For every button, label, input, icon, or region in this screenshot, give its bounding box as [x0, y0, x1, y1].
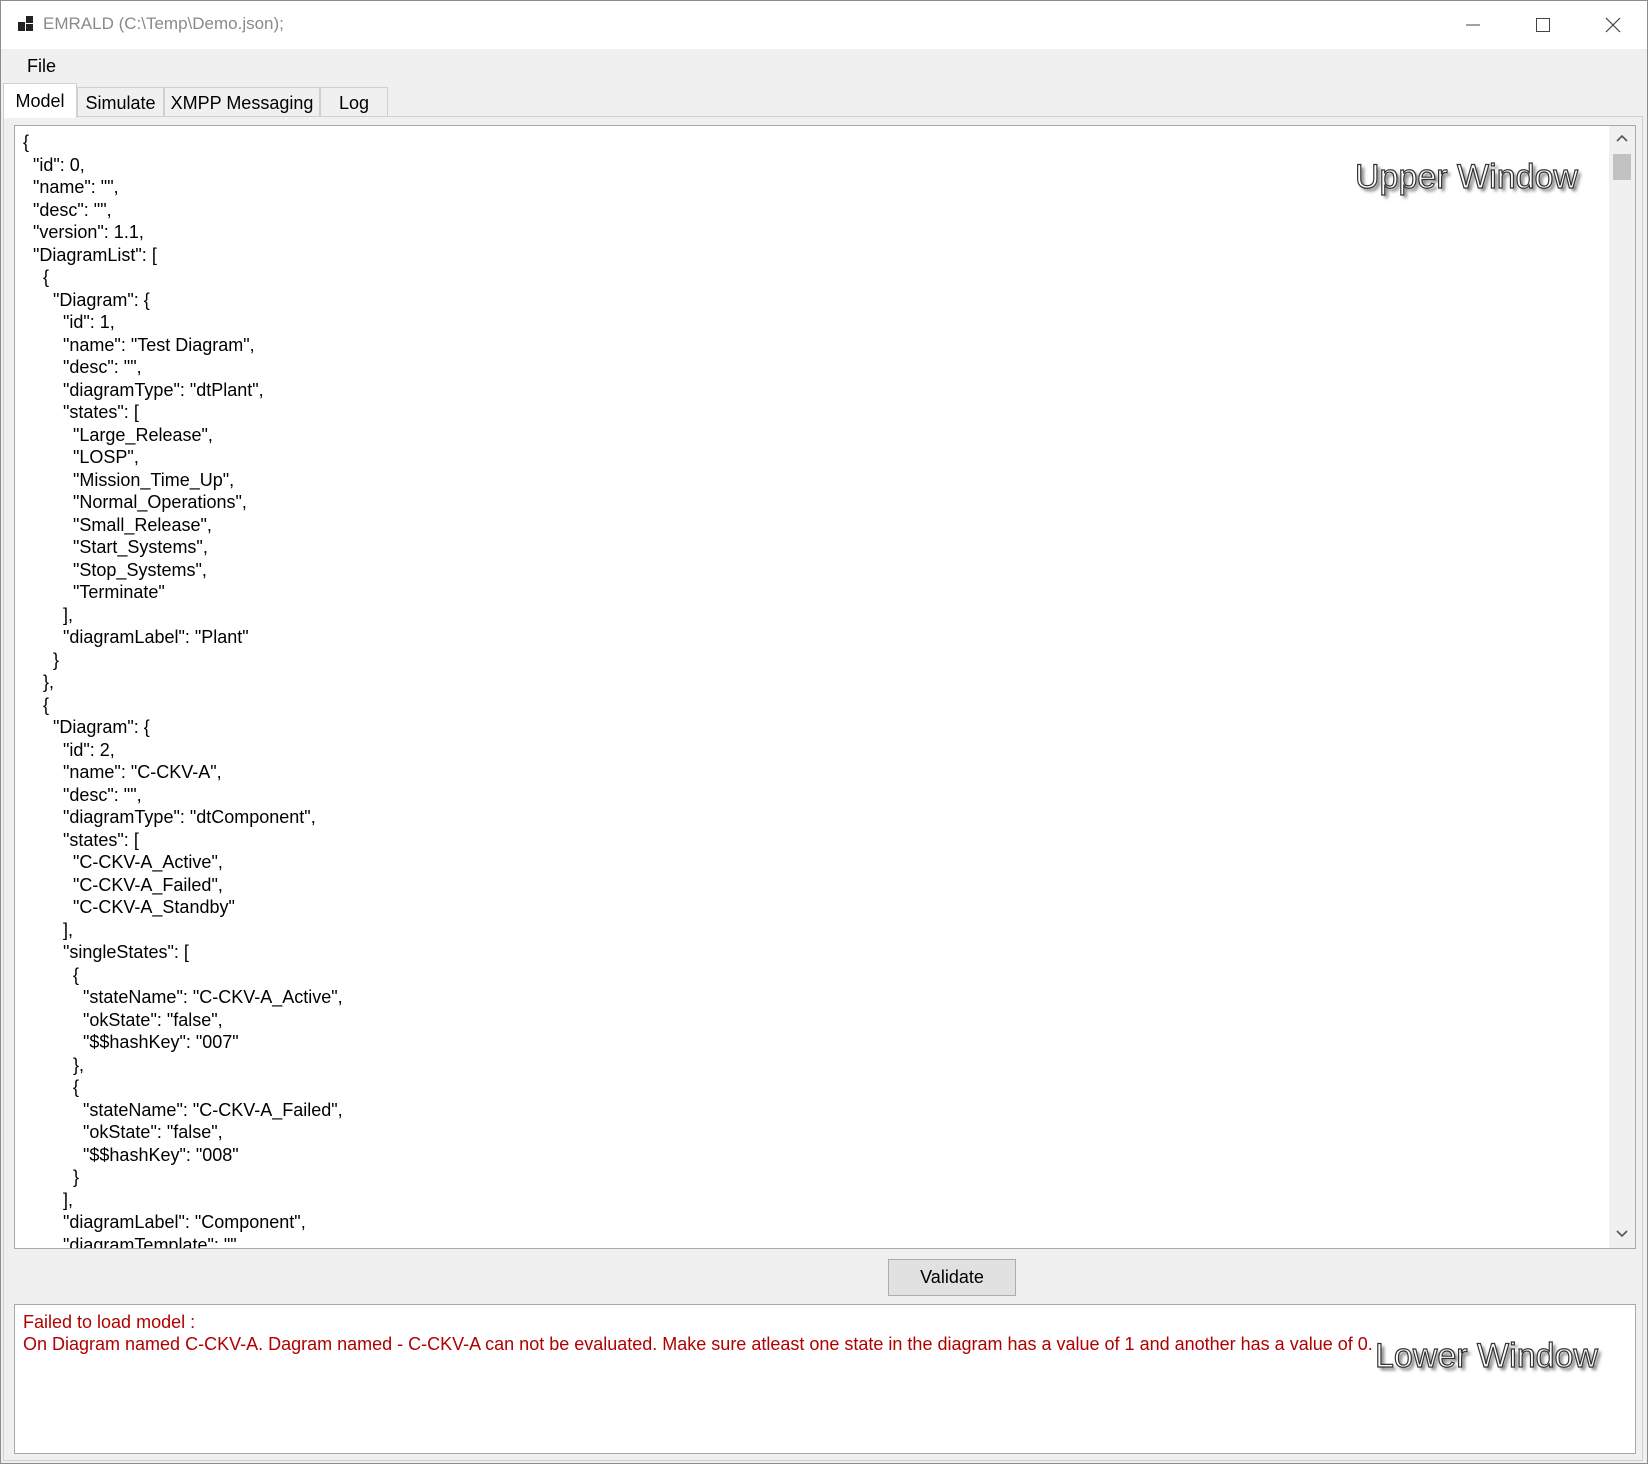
maximize-icon: [1535, 17, 1551, 33]
title-bar[interactable]: EMRALD (C:\Temp\Demo.json);: [1, 1, 1647, 49]
tab-xmpp-messaging[interactable]: XMPP Messaging: [164, 87, 320, 117]
error-message-title: Failed to load model :: [23, 1312, 196, 1332]
app-window: EMRALD (C:\Temp\Demo.json); File Model S…: [0, 0, 1648, 1464]
model-json-text: { "id": 0, "name": "", "desc": "", "vers…: [23, 132, 343, 1249]
chevron-up-icon: [1615, 130, 1629, 148]
chevron-down-icon: [1615, 1226, 1629, 1244]
close-icon: [1605, 17, 1621, 33]
tab-strip: Model Simulate XMPP Messaging Log: [1, 83, 1647, 118]
lower-window-label: Lower Window: [1374, 1336, 1598, 1375]
window-title: EMRALD (C:\Temp\Demo.json);: [43, 14, 284, 33]
error-message-detail: On Diagram named C-CKV-A. Dagram named -…: [23, 1334, 1373, 1354]
message-textbox[interactable]: Failed to load model : On Diagram named …: [14, 1304, 1636, 1454]
scroll-thumb[interactable]: [1613, 154, 1631, 180]
upper-window-label: Upper Window: [1354, 157, 1578, 196]
tab-simulate[interactable]: Simulate: [77, 87, 164, 117]
close-button[interactable]: [1578, 1, 1647, 49]
app-icon: [17, 15, 35, 33]
scroll-up-button[interactable]: [1609, 126, 1635, 152]
validate-button[interactable]: Validate: [888, 1259, 1016, 1296]
scroll-down-button[interactable]: [1609, 1222, 1635, 1248]
vertical-scrollbar[interactable]: [1609, 126, 1635, 1248]
model-json-textbox[interactable]: { "id": 0, "name": "", "desc": "", "vers…: [14, 125, 1636, 1249]
menu-bar: File: [1, 49, 1647, 83]
tab-log[interactable]: Log: [320, 87, 388, 117]
maximize-button[interactable]: [1508, 1, 1578, 49]
menu-file[interactable]: File: [17, 49, 66, 83]
minimize-icon: [1465, 17, 1481, 33]
minimize-button[interactable]: [1438, 1, 1508, 49]
tab-model[interactable]: Model: [3, 83, 77, 118]
